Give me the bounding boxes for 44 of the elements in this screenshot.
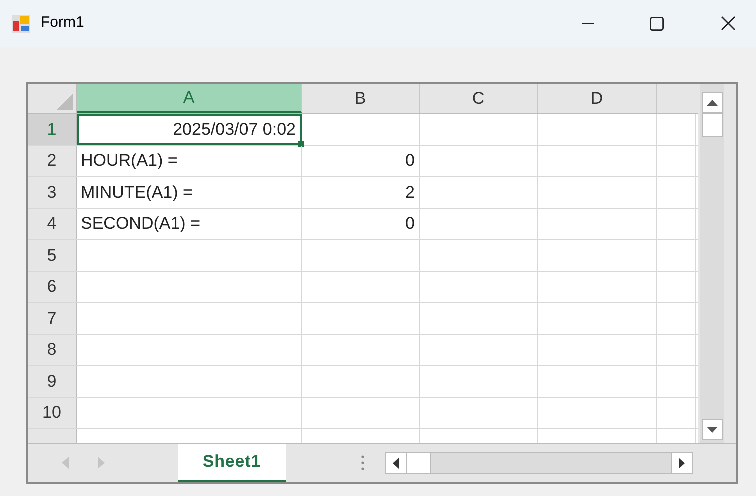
close-icon xyxy=(720,16,736,31)
window-title: Form1 xyxy=(41,13,84,34)
table-cell[interactable]: 0 xyxy=(302,208,420,239)
table-cell[interactable]: 0 xyxy=(302,146,420,176)
up-arrow-icon xyxy=(706,100,718,106)
splitter-dots-icon[interactable] xyxy=(361,455,365,471)
row-header[interactable]: 4 xyxy=(28,208,77,239)
scroll-left-button[interactable] xyxy=(386,453,407,473)
column-header[interactable]: B xyxy=(302,84,420,113)
scroll-down-button[interactable] xyxy=(702,419,722,440)
table-cell[interactable]: 2025/03/07 0:02 xyxy=(77,114,302,144)
row-header[interactable]: 10 xyxy=(28,398,77,428)
previous-sheet-icon[interactable] xyxy=(62,457,70,469)
app-icon xyxy=(11,14,31,34)
scroll-up-button[interactable] xyxy=(702,92,722,113)
maximize-icon xyxy=(650,16,664,30)
right-arrow-icon xyxy=(679,458,685,468)
row-header[interactable]: 1 xyxy=(28,114,77,144)
row-header[interactable]: 2 xyxy=(28,146,77,176)
minimize-icon xyxy=(582,22,594,24)
row-header[interactable]: 3 xyxy=(28,177,77,208)
row-header[interactable]: 9 xyxy=(28,366,77,396)
scroll-right-button[interactable] xyxy=(671,453,692,473)
table-cell[interactable]: SECOND(A1) = xyxy=(77,208,302,239)
column-header[interactable]: C xyxy=(420,84,538,113)
sheet-tab[interactable]: Sheet1 xyxy=(178,444,286,482)
scroll-thumb[interactable] xyxy=(702,113,722,137)
row-header[interactable]: 7 xyxy=(28,303,77,334)
row-header[interactable]: 8 xyxy=(28,334,77,365)
table-cell[interactable]: MINUTE(A1) = xyxy=(77,177,302,208)
vertical-scrollbar[interactable] xyxy=(700,84,724,443)
down-arrow-icon xyxy=(706,426,718,432)
fill-handle[interactable] xyxy=(298,140,304,146)
table-cell[interactable]: HOUR(A1) = xyxy=(77,146,302,176)
row-header[interactable]: 6 xyxy=(28,272,77,302)
column-header[interactable]: A xyxy=(77,84,302,113)
column-header[interactable]: D xyxy=(538,84,657,113)
horizontal-scrollbar[interactable] xyxy=(385,452,693,474)
corner-triangle-icon xyxy=(57,94,73,110)
scroll-thumb[interactable] xyxy=(407,453,431,473)
next-sheet-icon[interactable] xyxy=(96,457,104,469)
table-cell[interactable]: 2 xyxy=(302,177,420,208)
row-header[interactable]: 5 xyxy=(28,240,77,270)
left-arrow-icon xyxy=(393,458,399,468)
